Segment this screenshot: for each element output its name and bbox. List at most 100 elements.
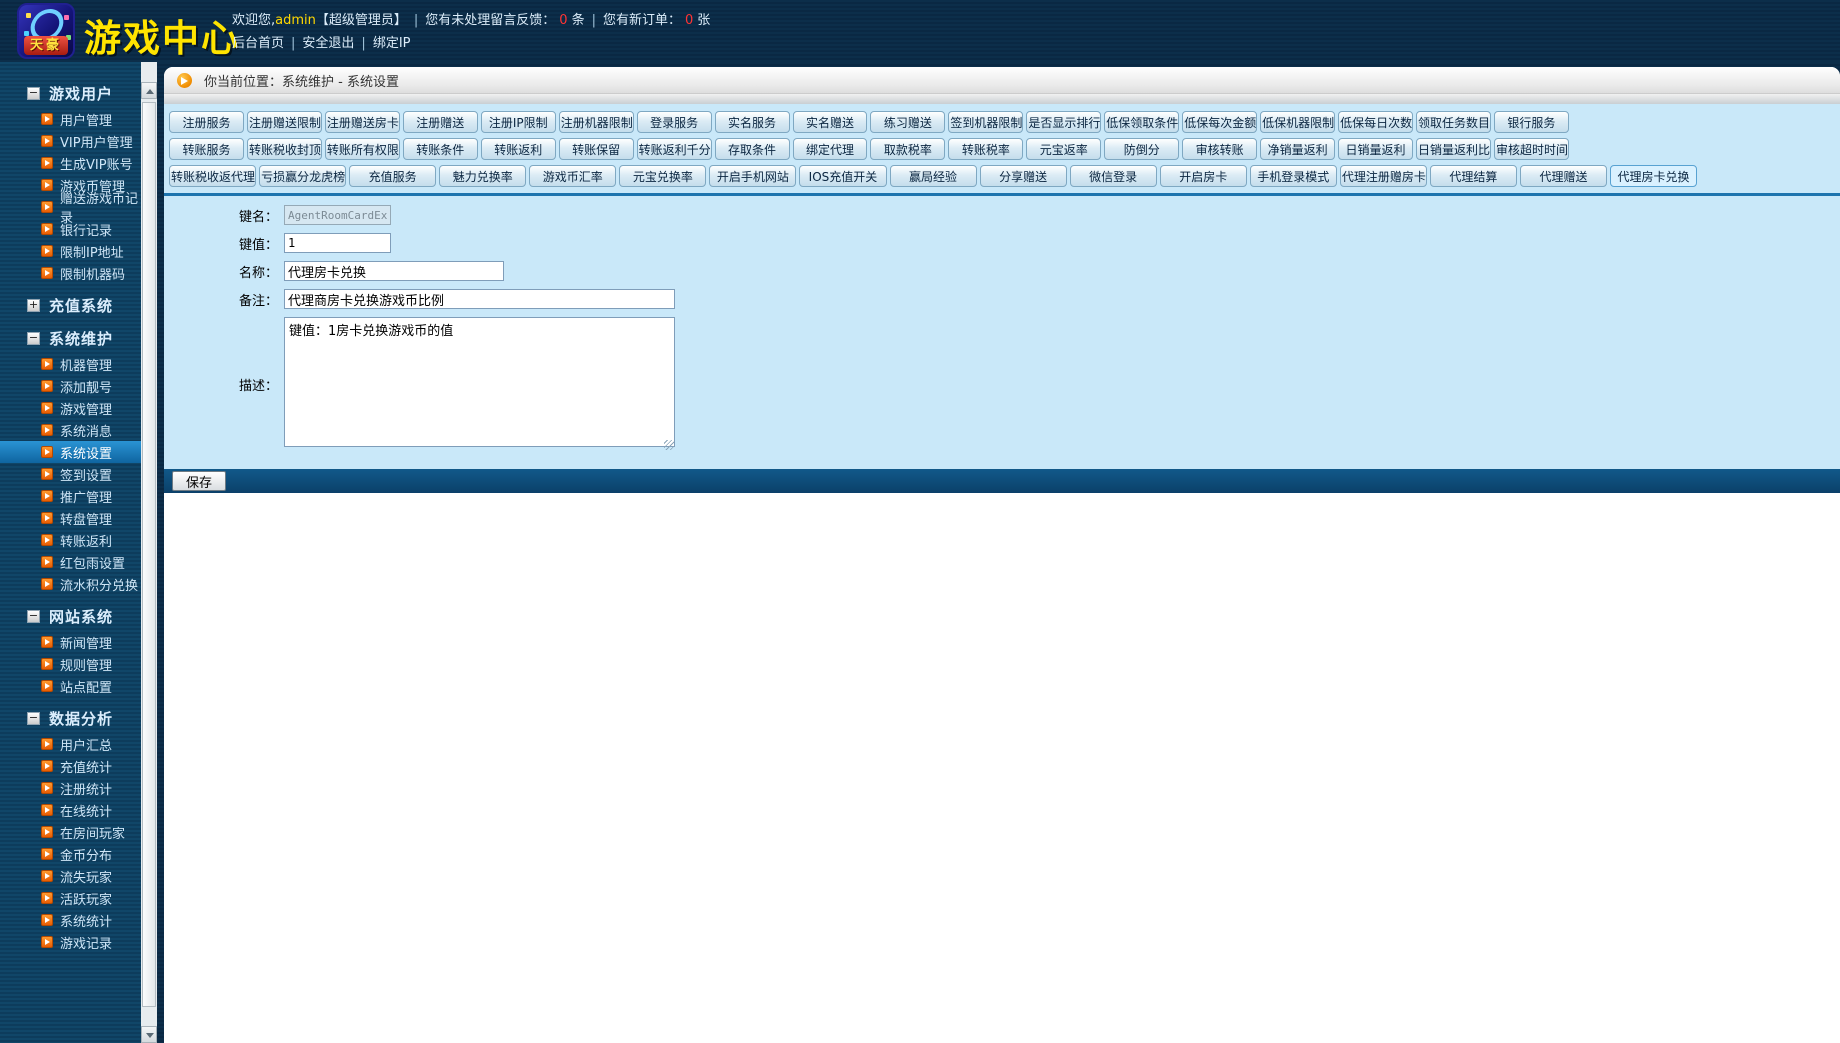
link-bind-ip[interactable]: 绑定IP bbox=[373, 36, 411, 51]
tab-button[interactable]: 银行服务 bbox=[1493, 111, 1569, 133]
tab-button[interactable]: 游戏币汇率 bbox=[529, 165, 617, 187]
tab-button[interactable]: 转账返利 bbox=[480, 138, 556, 160]
tab-button[interactable]: 转账条件 bbox=[402, 138, 478, 160]
tab-button[interactable]: 练习赠送 bbox=[870, 111, 946, 133]
tab-button[interactable]: 登录服务 bbox=[636, 111, 712, 133]
sidebar-item[interactable]: 限制IP地址 bbox=[0, 240, 141, 262]
sidebar-item[interactable]: 充值统计 bbox=[0, 755, 141, 777]
keyvalue-field[interactable] bbox=[284, 233, 391, 253]
sidebar-item[interactable]: 游戏管理 bbox=[0, 397, 141, 419]
tab-button[interactable]: 领取任务数目 bbox=[1416, 111, 1491, 133]
sidebar-item[interactable]: 活跃玩家 bbox=[0, 887, 141, 909]
tab-button[interactable]: 魅力兑换率 bbox=[439, 165, 527, 187]
sidebar-item[interactable]: 红包雨设置 bbox=[0, 551, 141, 573]
sidebar-item[interactable]: 流失玩家 bbox=[0, 865, 141, 887]
sidebar-item[interactable]: VIP用户管理 bbox=[0, 130, 141, 152]
sidebar-item[interactable]: 在房间玩家 bbox=[0, 821, 141, 843]
sidebar-section-game-users[interactable]: 游戏用户 bbox=[0, 81, 141, 105]
save-button[interactable]: 保存 bbox=[172, 471, 227, 491]
sidebar-item[interactable]: 用户汇总 bbox=[0, 733, 141, 755]
tab-button[interactable]: IOS充值开关 bbox=[799, 165, 887, 187]
sidebar-section-recharge[interactable]: 充值系统 bbox=[0, 293, 141, 317]
note-field[interactable] bbox=[284, 289, 675, 309]
sidebar-item[interactable]: 新闻管理 bbox=[0, 631, 141, 653]
sidebar-item[interactable]: 推广管理 bbox=[0, 485, 141, 507]
tab-button[interactable]: 取款税率 bbox=[870, 138, 946, 160]
tab-button[interactable]: 开启手机网站 bbox=[709, 165, 797, 187]
tab-button[interactable]: 充值服务 bbox=[349, 165, 437, 187]
sidebar-item[interactable]: 注册统计 bbox=[0, 777, 141, 799]
sidebar-section-maintenance[interactable]: 系统维护 bbox=[0, 326, 141, 350]
scrollbar-thumb[interactable] bbox=[142, 102, 156, 1007]
sidebar-item-system-settings[interactable]: 系统设置 bbox=[0, 441, 141, 463]
tab-button[interactable]: 存取条件 bbox=[714, 138, 790, 160]
tab-button[interactable]: 微信登录 bbox=[1069, 165, 1157, 187]
tab-button[interactable]: 是否显示排行榜 bbox=[1026, 111, 1102, 133]
sidebar-item[interactable]: 添加靓号 bbox=[0, 375, 141, 397]
tab-button[interactable]: 防倒分 bbox=[1104, 138, 1180, 160]
tab-button[interactable]: 转账返利千分比 bbox=[636, 138, 712, 160]
sidebar-item[interactable]: 生成VIP账号 bbox=[0, 152, 141, 174]
tab-button[interactable]: 实名赠送 bbox=[792, 111, 868, 133]
sidebar-item[interactable]: 限制机器码 bbox=[0, 262, 141, 284]
tab-button[interactable]: 代理注册赠房卡 bbox=[1339, 165, 1427, 187]
sidebar-item[interactable]: 机器管理 bbox=[0, 353, 141, 375]
tab-button[interactable]: 开启房卡 bbox=[1159, 165, 1247, 187]
tab-button[interactable]: 代理结算 bbox=[1429, 165, 1517, 187]
tab-button[interactable]: 注册赠送 bbox=[402, 111, 478, 133]
tab-button[interactable]: 代理赠送 bbox=[1519, 165, 1607, 187]
tab-button[interactable]: 注册服务 bbox=[169, 111, 244, 133]
tab-button[interactable]: 注册赠送房卡 bbox=[324, 111, 400, 133]
tab-button[interactable]: 注册赠送限制 bbox=[246, 111, 322, 133]
tab-button[interactable]: 注册IP限制 bbox=[480, 111, 556, 133]
tab-button[interactable]: 低保领取条件 bbox=[1104, 111, 1180, 133]
sidebar-scrollbar[interactable] bbox=[141, 62, 157, 1043]
sidebar-item[interactable]: 系统消息 bbox=[0, 419, 141, 441]
tab-button[interactable]: 净销量返利 bbox=[1260, 138, 1336, 160]
tab-button[interactable]: 元宝返率 bbox=[1026, 138, 1102, 160]
tab-button[interactable]: 日销量返利 bbox=[1338, 138, 1413, 160]
tab-button[interactable]: 低保每日次数 bbox=[1338, 111, 1413, 133]
tab-button[interactable]: 元宝兑换率 bbox=[619, 165, 707, 187]
sidebar-item[interactable]: 在线统计 bbox=[0, 799, 141, 821]
link-home[interactable]: 后台首页 bbox=[232, 36, 284, 51]
sidebar-item[interactable]: 用户管理 bbox=[0, 108, 141, 130]
tab-button-active-agent-roomcard-exchange[interactable]: 代理房卡兑换 bbox=[1610, 165, 1698, 187]
sidebar-item[interactable]: 签到设置 bbox=[0, 463, 141, 485]
sidebar-item[interactable]: 站点配置 bbox=[0, 675, 141, 697]
tab-button[interactable]: 绑定代理 bbox=[792, 138, 868, 160]
tab-button[interactable]: 赢局经验 bbox=[889, 165, 977, 187]
tab-button[interactable]: 实名服务 bbox=[714, 111, 790, 133]
tab-button[interactable]: 手机登录模式 bbox=[1249, 165, 1337, 187]
link-logout[interactable]: 安全退出 bbox=[302, 36, 354, 51]
tab-button[interactable]: 低保机器限制 bbox=[1260, 111, 1336, 133]
tab-button[interactable]: 转账所有权限 bbox=[324, 138, 400, 160]
tab-button[interactable]: 签到机器限制 bbox=[948, 111, 1024, 133]
tab-button[interactable]: 日销量返利比 bbox=[1416, 138, 1491, 160]
tab-button[interactable]: 转账税率 bbox=[948, 138, 1024, 160]
scrollbar-down-icon[interactable] bbox=[141, 1026, 157, 1043]
tab-button[interactable]: 审核超时时间 bbox=[1493, 138, 1569, 160]
sidebar-section-analytics[interactable]: 数据分析 bbox=[0, 706, 141, 730]
sidebar-item[interactable]: 转盘管理 bbox=[0, 507, 141, 529]
name-field[interactable] bbox=[284, 261, 504, 281]
tab-button[interactable]: 亏损赢分龙虎榜 bbox=[259, 165, 347, 187]
sidebar-item[interactable]: 规则管理 bbox=[0, 653, 141, 675]
tab-button[interactable]: 转账服务 bbox=[169, 138, 244, 160]
tab-button[interactable]: 注册机器限制 bbox=[558, 111, 634, 133]
sidebar-item[interactable]: 金币分布 bbox=[0, 843, 141, 865]
tab-button[interactable]: 转账保留 bbox=[558, 138, 634, 160]
tab-button[interactable]: 低保每次金额 bbox=[1182, 111, 1258, 133]
scrollbar-up-icon[interactable] bbox=[141, 82, 157, 99]
sidebar-item[interactable]: 流水积分兑换 bbox=[0, 573, 141, 595]
tab-button[interactable]: 转账税收返代理 bbox=[169, 165, 257, 187]
tab-button[interactable]: 审核转账 bbox=[1182, 138, 1258, 160]
description-field[interactable]: 键值：1房卡兑换游戏币的值 bbox=[284, 317, 675, 447]
sidebar-section-website[interactable]: 网站系统 bbox=[0, 604, 141, 628]
tab-button[interactable]: 分享赠送 bbox=[979, 165, 1067, 187]
sidebar-item[interactable]: 系统统计 bbox=[0, 909, 141, 931]
tab-button[interactable]: 转账税收封顶 bbox=[246, 138, 322, 160]
sidebar-item[interactable]: 赠送游戏币记录 bbox=[0, 192, 141, 226]
sidebar-item[interactable]: 转账返利 bbox=[0, 529, 141, 551]
sidebar-item[interactable]: 游戏记录 bbox=[0, 931, 141, 953]
